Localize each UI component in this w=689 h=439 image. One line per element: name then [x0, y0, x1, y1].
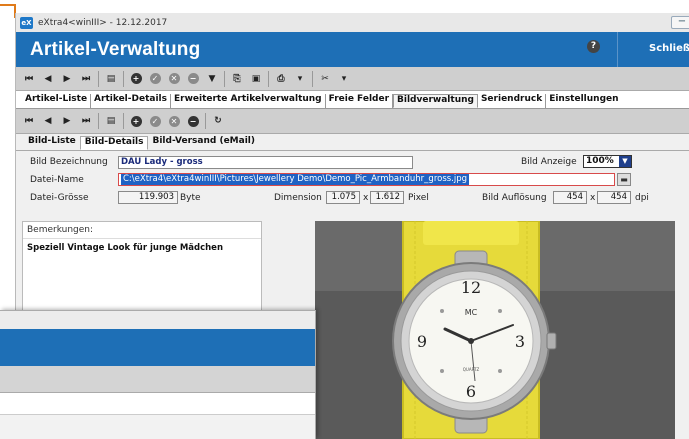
header-divider: [617, 32, 618, 67]
bild-anzeige-label: Bild Anzeige: [521, 157, 577, 167]
aufloesung-x: 454: [553, 191, 587, 204]
delete-image-icon[interactable]: −: [186, 114, 200, 128]
accent-line: [0, 4, 15, 6]
first-record-icon[interactable]: ⏮: [22, 72, 36, 86]
overlay-toolbar: [0, 366, 315, 393]
refresh-icon[interactable]: ↻: [211, 114, 225, 128]
image-preview: 12 3 6 9 MC QUARTZ: [315, 221, 675, 439]
cancel-image-icon[interactable]: ✕: [167, 114, 181, 128]
toolbar-separator: [312, 70, 313, 87]
tab-artikel-details[interactable]: Artikel-Details: [91, 94, 171, 108]
numeral-3: 3: [515, 332, 525, 351]
folder-browse-icon[interactable]: ▬: [617, 173, 631, 186]
window-title: eXtra4<winIII> - 12.12.2017: [38, 17, 168, 28]
image-list-icon[interactable]: ▤: [104, 114, 118, 128]
add-record-icon[interactable]: +: [129, 72, 143, 86]
filter-icon[interactable]: ▼: [205, 72, 219, 86]
previous-record-icon[interactable]: ◀: [41, 72, 55, 86]
overlay-header: [0, 329, 315, 366]
last-record-icon[interactable]: ⏭: [79, 72, 93, 86]
toolbar-separator: [123, 70, 124, 87]
confirm-image-icon[interactable]: ✓: [148, 114, 162, 128]
page-title: Artikel-Verwaltung: [30, 38, 201, 60]
datei-name-label: Datei-Name: [30, 175, 84, 185]
aufloesung-sep: x: [590, 193, 596, 203]
remarks-text: Speziell Vintage Look für junge Mädchen: [27, 243, 224, 253]
aufloesung-label: Bild Auflösung: [482, 193, 547, 203]
datei-name-input[interactable]: C:\eXtra4\eXtra4winIII\Pictures\Jeweller…: [118, 173, 615, 186]
remarks-label: Bemerkungen:: [27, 225, 94, 235]
aufloesung-y: 454: [597, 191, 631, 204]
confirm-icon[interactable]: ✓: [148, 72, 162, 86]
tab-freie-felder[interactable]: Freie Felder: [326, 94, 394, 108]
numeral-6: 6: [466, 382, 476, 401]
last-image-icon[interactable]: ⏭: [79, 114, 93, 128]
print-dropdown-icon[interactable]: ▾: [293, 72, 307, 86]
overlay-titlebar: [0, 311, 315, 329]
toolbar-separator: [205, 113, 206, 129]
overlay-tabbar: [0, 393, 315, 415]
bild-bezeichnung-label: Bild Bezeichnung: [30, 157, 108, 167]
numeral-12: 12: [461, 278, 481, 297]
tools-icon[interactable]: ✂: [318, 72, 332, 86]
image-details-form: Bild Bezeichnung DAU Lady - gross Bild A…: [16, 151, 689, 221]
previous-image-icon[interactable]: ◀: [41, 114, 55, 128]
first-image-icon[interactable]: ⏮: [22, 114, 36, 128]
toolbar-separator: [98, 70, 99, 87]
bild-anzeige-select[interactable]: 100% ▼: [583, 155, 632, 168]
aufloesung-unit: dpi: [635, 193, 649, 203]
sub-tabbar: Bild-Liste Bild-Details Bild-Versand (eM…: [16, 134, 689, 151]
copy-icon[interactable]: ⎘: [230, 72, 244, 86]
datei-groesse-unit: Byte: [180, 193, 201, 203]
tools-dropdown-icon[interactable]: ▾: [337, 72, 351, 86]
tab-bild-versand[interactable]: Bild-Versand (eMail): [148, 136, 259, 150]
main-tabbar: Artikel-Liste Artikel-Details Erweiterte…: [16, 91, 689, 109]
chevron-down-icon[interactable]: ▼: [619, 156, 631, 167]
toolbar-separator: [98, 113, 99, 129]
toolbar-separator: [268, 70, 269, 87]
app-icon: eX: [20, 16, 33, 29]
tab-bildverwaltung[interactable]: Bildverwaltung: [393, 94, 478, 108]
dimension-x-label: x: [363, 193, 369, 203]
numeral-9: 9: [417, 332, 427, 351]
watch-brand: MC: [465, 308, 478, 317]
dimension-width: 1.075: [326, 191, 360, 204]
next-record-icon[interactable]: ▶: [60, 72, 74, 86]
list-view-icon[interactable]: ▤: [104, 72, 118, 86]
tab-erweiterte-artikelverwaltung[interactable]: Erweiterte Artikelverwaltung: [171, 94, 326, 108]
help-button[interactable]: ?: [587, 40, 600, 53]
add-image-icon[interactable]: +: [129, 114, 143, 128]
dimension-label: Dimension: [274, 193, 322, 203]
bild-anzeige-value: 100%: [586, 156, 614, 166]
datei-groesse-label: Datei-Grösse: [30, 193, 89, 203]
remarks-divider: [23, 238, 261, 239]
tab-artikel-liste[interactable]: Artikel-Liste: [22, 94, 92, 108]
bild-bezeichnung-input[interactable]: DAU Lady - gross: [118, 156, 413, 169]
toolbar-separator: [224, 70, 225, 87]
datei-name-value: C:\eXtra4\eXtra4winIII\Pictures\Jeweller…: [121, 174, 470, 185]
tab-bild-details[interactable]: Bild-Details: [79, 136, 149, 150]
paste-icon[interactable]: ▣: [249, 72, 263, 86]
datei-groesse-value: 119.903: [118, 191, 178, 204]
image-toolbar: ⏮ ◀ ▶ ⏭ ▤ + ✓ ✕ − ↻: [16, 109, 689, 134]
toolbar-separator: [123, 113, 124, 129]
dimension-height: 1.612: [370, 191, 404, 204]
tab-bild-liste[interactable]: Bild-Liste: [24, 136, 80, 150]
main-toolbar: ⏮ ◀ ▶ ⏭ ▤ + ✓ ✕ − ▼ ⎘ ▣ ⎙ ▾ ✂ ▾: [16, 67, 689, 91]
title-bar: eX eXtra4<winIII> - 12.12.2017 −: [16, 13, 689, 32]
minimize-button[interactable]: −: [671, 16, 689, 29]
close-button[interactable]: Schließen: [649, 43, 689, 54]
overlay-window: [0, 310, 316, 439]
tab-seriendruck[interactable]: Seriendruck: [478, 94, 547, 108]
cancel-icon[interactable]: ✕: [167, 72, 181, 86]
app-header: Artikel-Verwaltung ? Schließen: [16, 32, 689, 67]
tab-einstellungen[interactable]: Einstellungen: [546, 94, 621, 108]
watch-dial-text: QUARTZ: [463, 367, 480, 372]
watch-photo: 12 3 6 9 MC QUARTZ: [315, 221, 675, 439]
print-icon[interactable]: ⎙: [274, 72, 288, 86]
next-image-icon[interactable]: ▶: [60, 114, 74, 128]
dimension-unit: Pixel: [408, 193, 429, 203]
delete-record-icon[interactable]: −: [186, 72, 200, 86]
